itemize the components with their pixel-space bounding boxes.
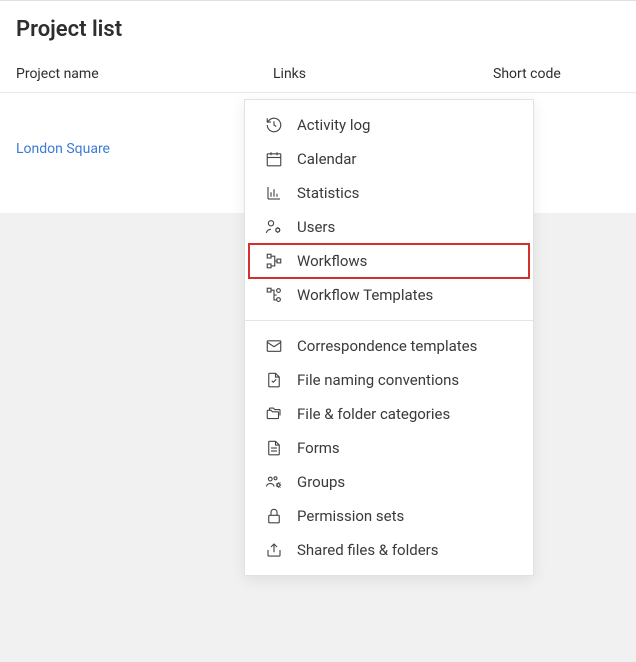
share-icon	[263, 540, 285, 560]
menu-item-label: Shared files & folders	[297, 541, 439, 559]
menu-item-label: Correspondence templates	[297, 337, 477, 355]
menu-item-activity-log[interactable]: Activity log	[245, 108, 533, 142]
menu-item-shared-files[interactable]: Shared files & folders	[245, 533, 533, 567]
menu-item-calendar[interactable]: Calendar	[245, 142, 533, 176]
users-icon	[263, 217, 285, 237]
groups-icon	[263, 472, 285, 492]
menu-item-permission-sets[interactable]: Permission sets	[245, 499, 533, 533]
history-icon	[263, 115, 285, 135]
statistics-icon	[263, 183, 285, 203]
menu-item-workflow-templates[interactable]: Workflow Templates	[245, 278, 533, 312]
column-header-code[interactable]: Short code	[493, 66, 620, 82]
menu-item-groups[interactable]: Groups	[245, 465, 533, 499]
menu-item-label: Statistics	[297, 184, 359, 202]
calendar-icon	[263, 149, 285, 169]
menu-item-file-folder-categories[interactable]: File & folder categories	[245, 397, 533, 431]
menu-item-file-naming[interactable]: File naming conventions	[245, 363, 533, 397]
links-dropdown: Activity log Calendar Statistics Users W	[244, 99, 534, 576]
menu-item-label: Activity log	[297, 116, 370, 134]
menu-item-workflows[interactable]: Workflows	[245, 244, 533, 278]
table-body: London Square Activity log Calendar Stat…	[0, 93, 636, 213]
column-header-links[interactable]: Links	[273, 66, 493, 82]
lock-icon	[263, 506, 285, 526]
menu-item-label: Forms	[297, 439, 340, 457]
page-title: Project list	[16, 17, 620, 42]
folders-icon	[263, 404, 285, 424]
menu-item-statistics[interactable]: Statistics	[245, 176, 533, 210]
menu-item-label: Workflow Templates	[297, 286, 433, 304]
menu-item-users[interactable]: Users	[245, 210, 533, 244]
menu-item-label: File & folder categories	[297, 405, 450, 423]
menu-item-label: Calendar	[297, 150, 357, 168]
menu-item-label: Users	[297, 218, 335, 236]
workflows-icon	[263, 251, 285, 271]
menu-item-forms[interactable]: Forms	[245, 431, 533, 465]
menu-item-label: Permission sets	[297, 507, 404, 525]
file-icon	[263, 370, 285, 390]
menu-item-label: File naming conventions	[297, 371, 459, 389]
menu-item-correspondence-templates[interactable]: Correspondence templates	[245, 329, 533, 363]
project-name-link[interactable]: London Square	[16, 141, 110, 157]
table-header: Project name Links Short code	[0, 56, 636, 93]
menu-item-label: Workflows	[297, 252, 367, 270]
workflow-templates-icon	[263, 285, 285, 305]
envelope-icon	[263, 336, 285, 356]
menu-item-label: Groups	[297, 473, 345, 491]
forms-icon	[263, 438, 285, 458]
page-header: Project list	[0, 0, 636, 56]
menu-divider	[245, 320, 533, 321]
column-header-name[interactable]: Project name	[16, 66, 273, 82]
